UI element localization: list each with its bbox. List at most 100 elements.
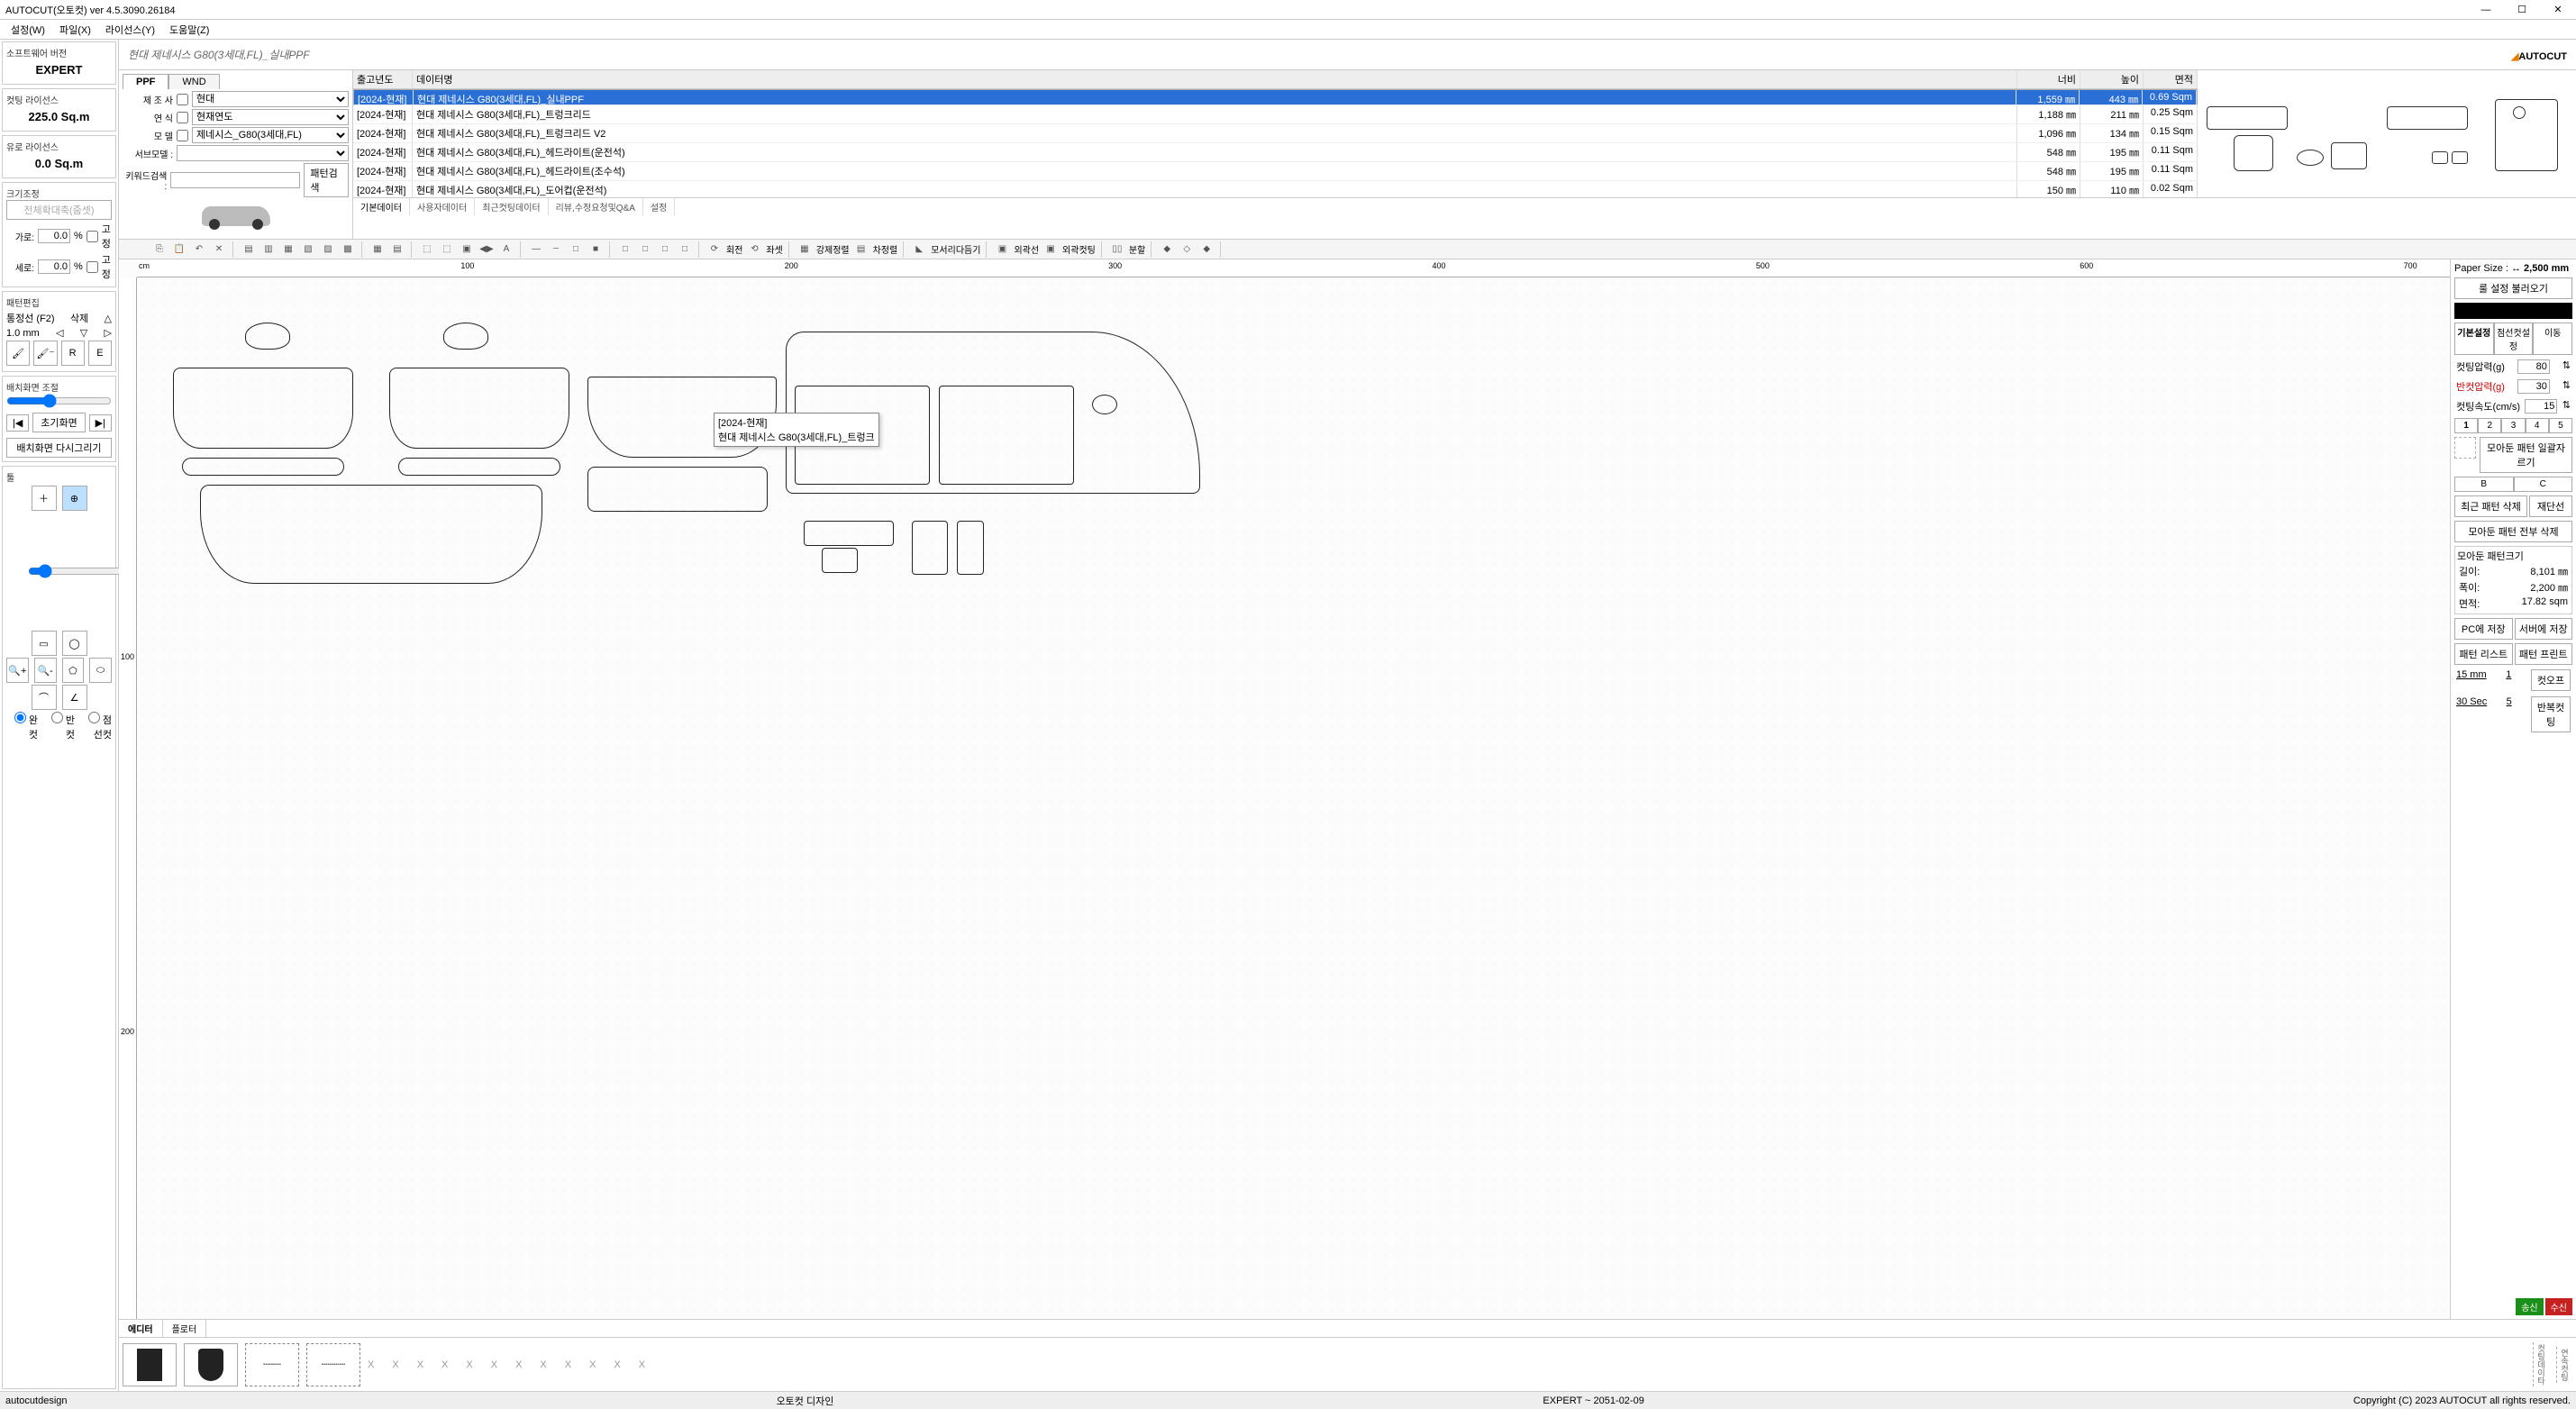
table-row[interactable]: [2024-현재]현대 제네시스 G80(3세대,FL)_헤드라이트(운전석)5…	[353, 143, 2198, 162]
page-4[interactable]: 4	[2526, 418, 2549, 433]
cut-half-radio[interactable]: 반 컷	[43, 712, 75, 741]
cut-dot-radio[interactable]: 점선컷	[80, 712, 112, 741]
split-icon[interactable]: ▯▯	[1109, 241, 1125, 258]
square-fill-icon[interactable]: ■	[587, 241, 604, 258]
subtab-recent[interactable]: 최근컷팅데이터	[475, 198, 548, 215]
chamfer-icon[interactable]: ◣	[911, 241, 927, 258]
stepper-icon-3[interactable]: ⇅	[2562, 399, 2571, 414]
grid-icon[interactable]: ▦	[369, 241, 386, 258]
extra1-icon[interactable]: ◆	[1159, 241, 1175, 258]
align-middle-icon[interactable]: ▨	[320, 241, 336, 258]
triangle-up-icon[interactable]: △	[105, 313, 112, 324]
align-top-icon[interactable]: ▧	[300, 241, 316, 258]
window-close-button[interactable]: ✕	[2540, 0, 2576, 20]
height-lock-checkbox[interactable]	[86, 261, 98, 273]
table-body[interactable]: [2024-현재]현대 제네시스 G80(3세대,FL)_실내PPF1,559 …	[353, 89, 2198, 197]
canvas[interactable]: cm 100 200 300 400 500 600 700 100 200	[119, 259, 2450, 1319]
height-input[interactable]	[38, 259, 70, 274]
line-solid-icon[interactable]: —	[528, 241, 544, 258]
model-select[interactable]: 제네시스_G80(3세대,FL)	[192, 127, 349, 143]
col-name[interactable]: 데이터명	[413, 70, 2017, 88]
send-badge[interactable]: 송신	[2516, 1298, 2543, 1315]
col-width[interactable]: 너비	[2017, 70, 2080, 88]
thumb-dashed-2[interactable]: ┄┄┄┄	[306, 1343, 360, 1386]
triangle-right-icon[interactable]: ▷	[105, 327, 112, 339]
rtab-move[interactable]: 이동	[2533, 323, 2572, 355]
tab-b[interactable]: B	[2454, 477, 2514, 492]
window-minimize-button[interactable]: —	[2468, 0, 2504, 20]
delete-recent-button[interactable]: 최근 패턴 삭제	[2454, 495, 2527, 517]
extra2-icon[interactable]: ◇	[1179, 241, 1195, 258]
stepper-icon[interactable]: ⇅	[2562, 359, 2571, 374]
gap-value[interactable]: 15 mm	[2456, 669, 2487, 691]
plus-icon[interactable]: ＋	[32, 486, 57, 511]
page-5[interactable]: 5	[2549, 418, 2572, 433]
copy-icon[interactable]: ⎘	[151, 241, 168, 258]
zoom-out-icon[interactable]: 🔍-	[34, 658, 57, 683]
stack-icon[interactable]: ▤	[389, 241, 405, 258]
full-zoom-button[interactable]: 전체확대축(줌셋)	[6, 200, 112, 220]
stepper-icon-2[interactable]: ⇅	[2562, 379, 2571, 394]
table-row[interactable]: [2024-현재]현대 제네시스 G80(3세대,FL)_헤드라이트(조수석)5…	[353, 162, 2198, 181]
window-maximize-button[interactable]: ☐	[2504, 0, 2540, 20]
table-row[interactable]: [2024-현재]현대 제네시스 G80(3세대,FL)_트렁크리드 V21,0…	[353, 124, 2198, 143]
load-roll-button[interactable]: 룰 설정 불러오기	[2454, 277, 2572, 299]
thumb-curve[interactable]	[184, 1343, 238, 1386]
rtab-dotted[interactable]: 점선컷설정	[2494, 323, 2534, 355]
model-checkbox[interactable]	[177, 130, 188, 141]
rtab-basic[interactable]: 기본설정	[2454, 323, 2494, 355]
col-height[interactable]: 높이	[2080, 70, 2144, 88]
table-row[interactable]: [2024-현재]현대 제네시스 G80(3세대,FL)_실내PPF1,559 …	[353, 89, 2198, 105]
rotate2-icon[interactable]: ⟲	[746, 241, 762, 258]
delete-all-button[interactable]: 모아둔 패턴 전부 삭제	[2454, 521, 2572, 542]
box1-icon[interactable]: □	[617, 241, 633, 258]
col-year[interactable]: 출고년도	[353, 70, 413, 88]
redraw-button[interactable]: 배치화면 다시그리기	[6, 438, 112, 458]
line-dashed-icon[interactable]: ┄	[548, 241, 564, 258]
box2-icon[interactable]: □	[637, 241, 653, 258]
interval-count[interactable]: 5	[2507, 696, 2512, 732]
col-area[interactable]: 면적	[2144, 70, 2198, 88]
delete-icon[interactable]: ✕	[211, 241, 227, 258]
tab-wnd[interactable]: WND	[168, 74, 219, 89]
car-align-icon[interactable]: ▤	[853, 241, 869, 258]
tab-plotter[interactable]: 플로터	[163, 1320, 207, 1337]
square-outline-icon[interactable]: □	[568, 241, 584, 258]
delete-label[interactable]: 삭제	[70, 311, 88, 325]
flip-h-icon[interactable]: ◀▶	[478, 241, 495, 258]
menu-settings[interactable]: 설정(W)	[4, 21, 52, 39]
subtab-settings[interactable]: 설정	[643, 198, 675, 215]
subtab-user[interactable]: 사용자데이터	[410, 198, 475, 215]
subtab-basic[interactable]: 기본데이터	[353, 198, 410, 215]
menu-file[interactable]: 파일(X)	[52, 21, 98, 39]
width-input[interactable]	[38, 229, 70, 243]
menu-license[interactable]: 라이선스(Y)	[98, 21, 162, 39]
text-icon[interactable]: A	[498, 241, 514, 258]
tab-editor[interactable]: 에디터	[119, 1320, 163, 1337]
force-align-icon[interactable]: ▦	[796, 241, 813, 258]
gap-count[interactable]: 1	[2506, 669, 2511, 691]
prev-view-button[interactable]: |◀	[6, 414, 29, 432]
cut-pressure-input[interactable]	[2517, 359, 2550, 374]
outline-plus-icon[interactable]: ▣	[1042, 241, 1059, 258]
keyword-input[interactable]	[170, 172, 300, 188]
save-pc-button[interactable]: PC에 저장	[2454, 618, 2513, 640]
blob-icon[interactable]: ⬭	[89, 658, 112, 683]
save-server-button[interactable]: 서버에 저장	[2515, 618, 2573, 640]
zoom-in-icon[interactable]: 🔍+	[6, 658, 29, 683]
layout-slider[interactable]	[6, 394, 112, 408]
interval-value[interactable]: 30 Sec	[2456, 696, 2487, 732]
rect-icon[interactable]: ▭	[32, 631, 57, 656]
paint-fill-minus-icon[interactable]: 🖌⁻	[33, 341, 57, 366]
page-1[interactable]: 1	[2454, 418, 2478, 433]
speed-input[interactable]	[2525, 399, 2557, 414]
r-button[interactable]: R	[61, 341, 85, 366]
next-view-button[interactable]: ▶|	[89, 414, 112, 432]
submodel-select[interactable]	[177, 145, 349, 161]
align-center-icon[interactable]: ▥	[260, 241, 277, 258]
color-swatch[interactable]	[2454, 303, 2572, 319]
drawing-area[interactable]: [2024-현재] 현대 제네시스 G80(3세대,FL)_트렁크	[137, 277, 2450, 1319]
thumb-dashed-1[interactable]: ┄┄┄	[245, 1343, 299, 1386]
select-all-icon[interactable]: ⬚	[419, 241, 435, 258]
pattern-list-button[interactable]: 패턴 리스트	[2454, 643, 2513, 665]
